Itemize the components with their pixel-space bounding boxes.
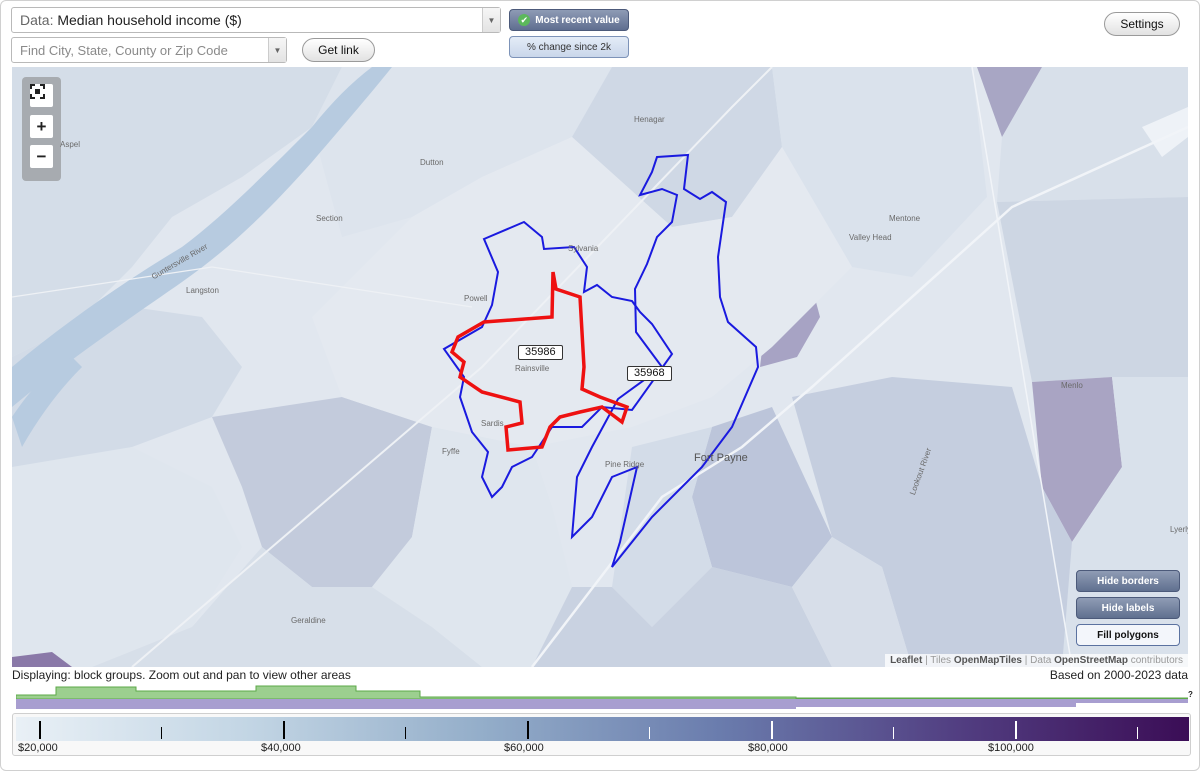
location-search-box[interactable]: ▼: [11, 37, 287, 63]
legend-tick: [1015, 721, 1017, 739]
zip-label-35968[interactable]: 35968: [627, 366, 672, 381]
data-select-label: Data:: [20, 12, 54, 28]
zoom-out-button[interactable]: −: [30, 145, 53, 168]
place-label: Pine Ridge: [605, 460, 645, 469]
place-label: Menlo: [1061, 381, 1083, 390]
place-label: Aspel: [60, 140, 81, 149]
most-recent-label: Most recent value: [535, 14, 620, 26]
legend-gradient: [16, 717, 1189, 741]
map-canvas[interactable]: [12, 67, 1188, 667]
data-select-value: Median household income ($): [57, 12, 242, 28]
chevron-down-icon[interactable]: ▼: [482, 8, 500, 32]
place-label: Mentone: [889, 214, 921, 223]
displaying-text: Displaying: block groups. Zoom out and p…: [12, 668, 351, 682]
hide-labels-button[interactable]: Hide labels: [1076, 597, 1180, 619]
legend-tick: [405, 727, 406, 739]
most-recent-value-toggle[interactable]: ✔ Most recent value: [509, 9, 629, 31]
income-histogram: [16, 685, 1188, 709]
place-label: Langston: [186, 286, 219, 295]
openstreetmap-link[interactable]: OpenStreetMap: [1054, 655, 1128, 666]
legend-tick: [893, 727, 894, 739]
legend-tick: [1137, 727, 1138, 739]
legend-tick: [649, 727, 650, 739]
place-label: Sardis: [481, 419, 504, 428]
place-label: Henagar: [634, 115, 665, 124]
place-label: Dutton: [420, 158, 444, 167]
fill-polygons-button[interactable]: Fill polygons: [1076, 624, 1180, 646]
data-select-text: Data: Median household income ($): [12, 12, 482, 28]
data-variable-select[interactable]: Data: Median household income ($) ▼: [11, 7, 501, 33]
legend-label: $40,000: [261, 742, 301, 754]
location-search-input[interactable]: [12, 41, 268, 59]
zip-label-35986[interactable]: 35986: [518, 345, 563, 360]
legend-label: $20,000: [18, 742, 58, 754]
place-label: Powell: [464, 294, 488, 303]
tiles-text: Tiles: [930, 655, 952, 666]
legend-tick: [771, 721, 773, 739]
leaflet-link[interactable]: Leaflet: [890, 655, 922, 666]
zoom-in-button[interactable]: +: [30, 115, 53, 138]
place-label: Fort Payne: [694, 452, 748, 464]
openmaptiles-link[interactable]: OpenMapTiles: [954, 655, 1022, 666]
place-label: Section: [316, 214, 343, 223]
unknown-value-marker: ?: [1188, 690, 1193, 699]
histogram-bars: [16, 685, 1188, 700]
legend-label: $60,000: [504, 742, 544, 754]
color-legend: $20,000 $40,000 $60,000 $80,000 $100,000: [12, 713, 1191, 756]
histogram-baseline: [16, 699, 1188, 709]
data-text: Data: [1030, 655, 1052, 666]
fullscreen-icon[interactable]: [30, 84, 53, 107]
legend-tick: [39, 721, 41, 739]
place-label: Geraldine: [291, 616, 326, 625]
get-link-button[interactable]: Get link: [302, 38, 375, 62]
legend-label: $100,000: [988, 742, 1034, 754]
pct-change-toggle[interactable]: % change since 2k: [509, 36, 629, 58]
map-attribution: Leaflet | Tiles OpenMapTiles | Data Open…: [885, 654, 1188, 667]
place-label: Rainsville: [515, 364, 550, 373]
legend-tick: [283, 721, 285, 739]
hide-borders-button[interactable]: Hide borders: [1076, 570, 1180, 592]
choropleth-map[interactable]: Henagar Aspel Dutton Section Sylvania Me…: [12, 67, 1188, 667]
place-label: Valley Head: [849, 233, 892, 242]
legend-tick: [161, 727, 162, 739]
chevron-down-icon[interactable]: ▼: [268, 38, 286, 62]
settings-button[interactable]: Settings: [1104, 12, 1180, 36]
legend-label: $80,000: [748, 742, 788, 754]
place-label: Fyffe: [442, 447, 460, 456]
place-label: Lyerly: [1170, 525, 1188, 534]
place-label: Sylvania: [568, 244, 599, 253]
fullscreen-icon: [30, 84, 45, 99]
legend-tick: [527, 721, 529, 739]
data-years-text: Based on 2000-2023 data: [1049, 668, 1188, 682]
zoom-control-panel: + −: [22, 77, 61, 181]
contributors-text: contributors: [1130, 655, 1183, 666]
check-icon: ✔: [518, 14, 531, 26]
